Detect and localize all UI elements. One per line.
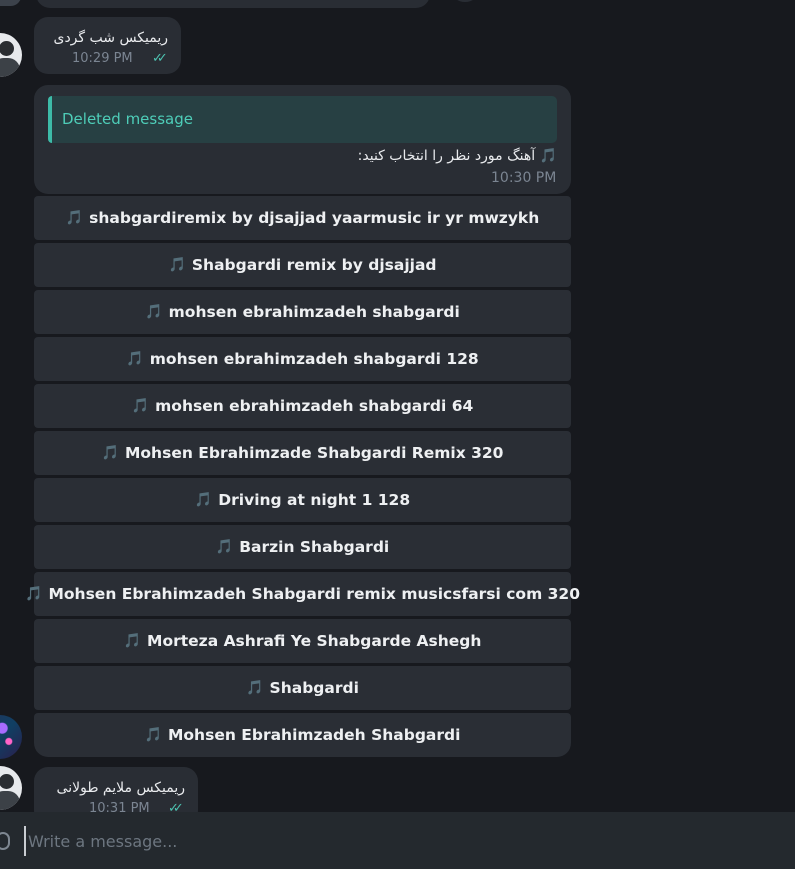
paperclip-icon[interactable] xyxy=(0,832,10,850)
button-label: Mohsen Ebrahimzadeh Shabgardi xyxy=(167,726,461,744)
button-label: Shabgardi xyxy=(269,679,359,697)
button-label: Mohsen Ebrahimzadeh Shabgardi remix musi… xyxy=(48,585,580,603)
message-text: ریمیکس ملایم طولانی xyxy=(56,780,185,796)
message-time: 10:29 PM xyxy=(72,51,133,66)
message-text: ریمیکس شب گردی xyxy=(53,30,168,46)
music-note-icon: 🎵 xyxy=(144,727,162,743)
music-note-icon: 🎵 xyxy=(145,304,163,320)
music-note-icon: 🎵 xyxy=(126,351,144,367)
message-time: 10:30 PM xyxy=(491,170,557,186)
button-label: shabgardiremix by djsajjad yaarmusic ir … xyxy=(89,209,540,227)
inline-keyboard-button[interactable]: 🎵 mohsen ebrahimzadeh shabgardi 128 xyxy=(34,337,571,381)
button-label: Morteza Ashrafi Ye Shabgarde Ashegh xyxy=(147,632,482,650)
bot-prompt-text: 🎵 آهنگ مورد نظر را انتخاب کنید: xyxy=(357,148,557,164)
message-bubble: ریمیکس ملایم طولانی 10:31 PM ✓✓ xyxy=(34,767,198,812)
message-time: 10:31 PM xyxy=(89,801,150,812)
inline-keyboard-button[interactable]: 🎵 Mohsen Ebrahimzadeh Shabgardi xyxy=(34,713,571,757)
avatar[interactable] xyxy=(0,715,22,759)
button-label: Barzin Shabgardi xyxy=(239,538,390,556)
inline-keyboard-button[interactable]: 🎵 shabgardiremix by djsajjad yaarmusic ir… xyxy=(34,196,571,240)
music-note-icon: 🎵 xyxy=(131,398,150,414)
reply-accent-bar xyxy=(48,96,52,143)
button-label: Mohsen Ebrahimzade Shabgardi Remix 320 xyxy=(124,444,504,462)
avatar[interactable] xyxy=(0,766,22,810)
music-note-icon: 🎵 xyxy=(246,680,264,696)
inline-keyboard-button[interactable]: 🎵 Driving at night 1 128 xyxy=(34,478,571,522)
avatar[interactable] xyxy=(0,0,22,6)
inline-keyboard-button[interactable]: 🎵 Shabgardi xyxy=(34,666,571,710)
message-bubble: ریمیکس شب گردی 10:29 PM ✓✓ xyxy=(34,17,181,74)
button-label: mohsen ebrahimzadeh shabgardi 128 xyxy=(149,350,479,368)
inline-keyboard-button[interactable]: 🎵 Morteza Ashrafi Ye Shabgarde Ashegh xyxy=(34,619,571,663)
button-label: mohsen ebrahimzadeh shabgardi 64 xyxy=(155,397,474,415)
music-note-icon: 🎵 xyxy=(123,633,142,649)
chat-history: ریمیکس شب گردی 10:29 PM ✓✓ Deleted messa… xyxy=(0,0,795,812)
inline-keyboard-button[interactable]: 🎵 Shabgardi remix by djsajjad xyxy=(34,243,571,287)
music-note-icon: 🎵 xyxy=(101,445,119,461)
button-label: Shabgardi remix by djsajjad xyxy=(191,256,437,274)
reply-label: Deleted message xyxy=(62,110,193,128)
message-composer xyxy=(0,812,795,869)
music-note-icon: 🎵 xyxy=(65,210,84,226)
music-note-icon: 🎵 xyxy=(194,492,213,508)
button-label: mohsen ebrahimzadeh shabgardi xyxy=(168,303,460,321)
reply-quote[interactable]: Deleted message xyxy=(48,96,557,143)
reaction-partial xyxy=(452,0,478,2)
inline-keyboard-button[interactable]: 🎵 Mohsen Ebrahimzadeh Shabgardi remix mus… xyxy=(25,572,580,616)
inline-keyboard-button[interactable]: 🎵 mohsen ebrahimzadeh shabgardi 64 xyxy=(34,384,571,428)
avatar[interactable] xyxy=(0,33,22,77)
message-bubble-partial xyxy=(36,0,430,8)
music-note-icon: 🎵 xyxy=(215,539,234,555)
button-label: Driving at night 1 128 xyxy=(218,491,411,509)
music-note-icon: 🎵 xyxy=(168,257,186,273)
double-check-icon: ✓✓ xyxy=(168,801,184,812)
inline-keyboard-button[interactable]: 🎵 Mohsen Ebrahimzade Shabgardi Remix 320 xyxy=(34,431,571,475)
inline-keyboard-button[interactable]: 🎵 Barzin Shabgardi xyxy=(34,525,571,569)
double-check-icon: ✓✓ xyxy=(152,51,168,66)
music-note-icon: 🎵 xyxy=(25,586,43,602)
inline-keyboard-button[interactable]: 🎵 mohsen ebrahimzadeh shabgardi xyxy=(34,290,571,334)
message-input[interactable] xyxy=(24,826,770,856)
